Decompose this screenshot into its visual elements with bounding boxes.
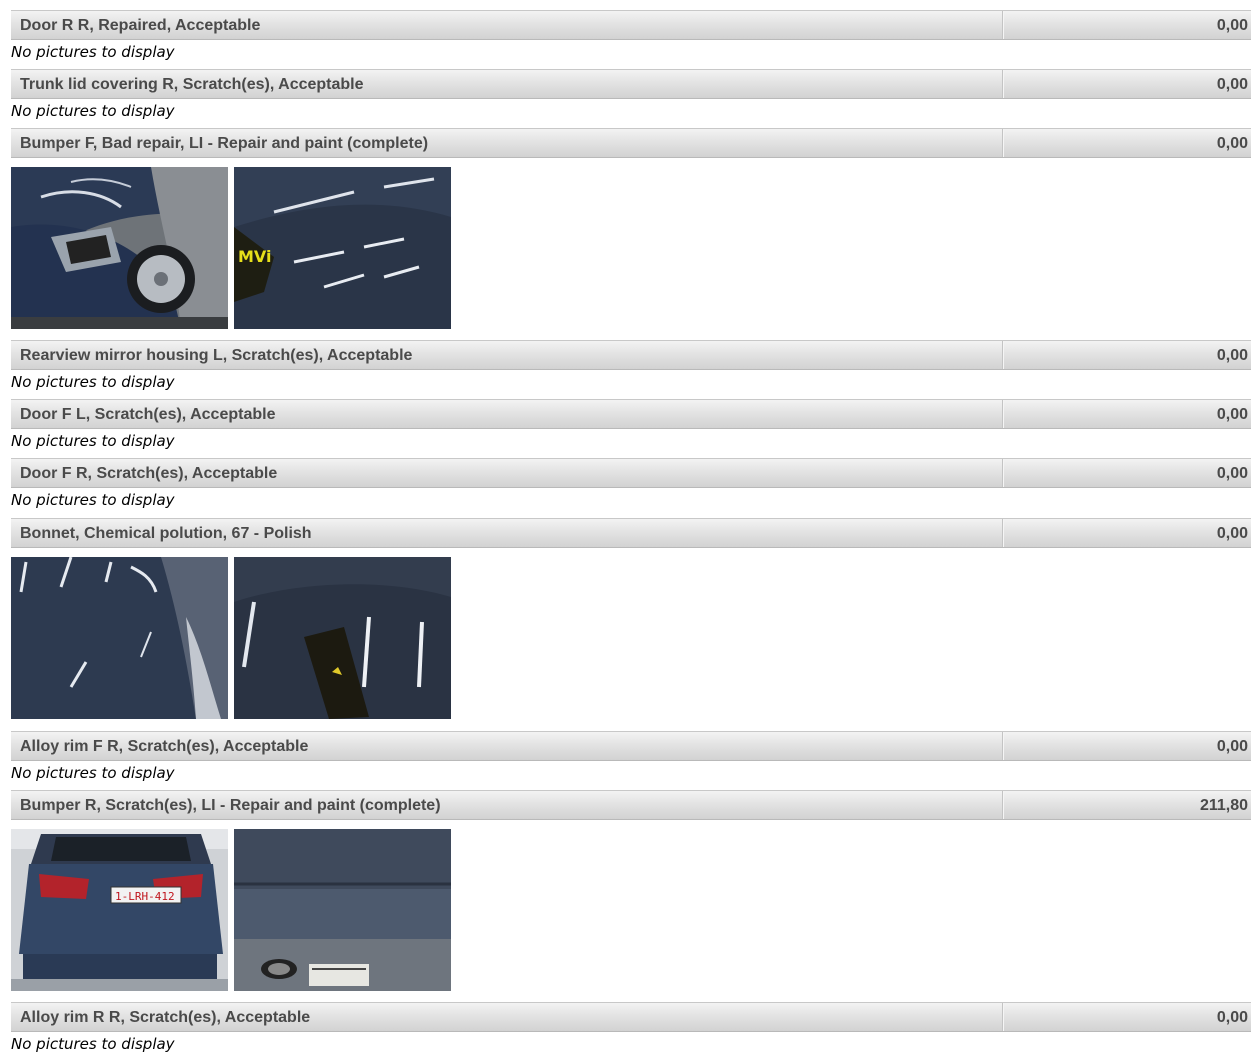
damage-description: Bumper F, Bad repair, LI - Repair and pa… (20, 135, 429, 152)
column-divider (1002, 341, 1003, 369)
damage-description: Alloy rim F R, Scratch(es), Acceptable (20, 738, 309, 755)
column-divider (1002, 400, 1003, 428)
damage-description: Trunk lid covering R, Scratch(es), Accep… (20, 76, 364, 93)
bonnet-photo[interactable] (11, 557, 228, 719)
damage-amount: 0,00 (1216, 135, 1248, 152)
column-divider (1002, 1003, 1003, 1031)
damage-description: Bonnet, Chemical polution, 67 - Polish (20, 525, 312, 542)
damage-amount: 0,00 (1216, 406, 1248, 423)
column-divider (1002, 11, 1003, 39)
mvi-tag-text: MVi (238, 247, 272, 266)
column-divider (1002, 70, 1003, 98)
no-pictures-message: No pictures to display (11, 764, 175, 782)
damage-row[interactable]: Bonnet, Chemical polution, 67 - Polish 0… (11, 518, 1251, 548)
damage-description: Bumper R, Scratch(es), LI - Repair and p… (20, 797, 441, 814)
front-bumper-closeup-photo[interactable]: MVi (234, 167, 451, 329)
damage-amount: 0,00 (1216, 465, 1248, 482)
damage-row[interactable]: Bumper R, Scratch(es), LI - Repair and p… (11, 790, 1251, 820)
column-divider (1002, 519, 1003, 547)
rear-bumper-closeup-photo[interactable] (234, 829, 451, 991)
no-pictures-message: No pictures to display (11, 491, 175, 509)
damage-description: Rearview mirror housing L, Scratch(es), … (20, 347, 413, 364)
column-divider (1002, 129, 1003, 157)
column-divider (1002, 459, 1003, 487)
damage-amount: 0,00 (1216, 347, 1248, 364)
bonnet-closeup-photo[interactable] (234, 557, 451, 719)
damage-row[interactable]: Door F R, Scratch(es), Acceptable 0,00 (11, 458, 1251, 488)
damage-amount: 0,00 (1216, 525, 1248, 542)
no-pictures-message: No pictures to display (11, 102, 175, 120)
no-pictures-message: No pictures to display (11, 1035, 175, 1053)
damage-amount: 0,00 (1216, 1009, 1248, 1026)
damage-row[interactable]: Alloy rim F R, Scratch(es), Acceptable 0… (11, 731, 1251, 761)
damage-description: Door F R, Scratch(es), Acceptable (20, 465, 278, 482)
damage-row[interactable]: Door R R, Repaired, Acceptable 0,00 (11, 10, 1251, 40)
no-pictures-message: No pictures to display (11, 432, 175, 450)
column-divider (1002, 732, 1003, 760)
damage-amount: 0,00 (1216, 76, 1248, 93)
damage-amount: 211,80 (1199, 797, 1248, 814)
front-bumper-headlight-photo[interactable] (11, 167, 228, 329)
damage-amount: 0,00 (1216, 17, 1248, 34)
damage-amount: 0,00 (1216, 738, 1248, 755)
no-pictures-message: No pictures to display (11, 373, 175, 391)
damage-row[interactable]: Trunk lid covering R, Scratch(es), Accep… (11, 69, 1251, 99)
rear-view-photo[interactable]: 1-LRH-412 (11, 829, 228, 991)
damage-row[interactable]: Bumper F, Bad repair, LI - Repair and pa… (11, 128, 1251, 158)
damage-description: Door R R, Repaired, Acceptable (20, 17, 261, 34)
damage-description: Door F L, Scratch(es), Acceptable (20, 406, 276, 423)
damage-row[interactable]: Rearview mirror housing L, Scratch(es), … (11, 340, 1251, 370)
damage-description: Alloy rim R R, Scratch(es), Acceptable (20, 1009, 311, 1026)
damage-row[interactable]: Alloy rim R R, Scratch(es), Acceptable 0… (11, 1002, 1251, 1032)
license-plate-text: 1-LRH-412 (115, 890, 175, 903)
no-pictures-message: No pictures to display (11, 43, 175, 61)
column-divider (1002, 791, 1003, 819)
damage-row[interactable]: Door F L, Scratch(es), Acceptable 0,00 (11, 399, 1251, 429)
